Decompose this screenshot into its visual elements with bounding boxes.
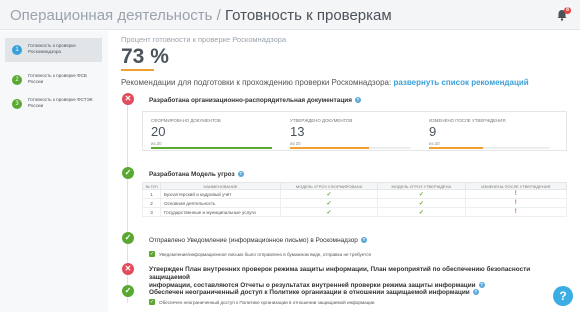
- row-number: 2: [142, 198, 161, 208]
- step-number-badge: 2: [12, 75, 22, 85]
- main-content: Процент готовности к проверке Роскомнадз…: [115, 31, 580, 312]
- stat-label: Изменено после утверждения: [429, 118, 506, 123]
- table-row: 2 Основная деятельность ✓ ✓ !: [142, 198, 568, 208]
- header-bar: Операционная деятельность / Готовность к…: [0, 0, 580, 30]
- stat-card-generated: Сформировано документов 20 из 20: [147, 118, 272, 149]
- stat-value: 20: [151, 124, 166, 139]
- table-header: Изменена после утверждения: [464, 182, 568, 190]
- stat-total: из 20: [429, 141, 440, 146]
- stat-label: Сформировано документов: [151, 118, 221, 123]
- readiness-percent: 73 %: [121, 45, 169, 68]
- breadcrumb-root[interactable]: Операционная деятельность: [10, 7, 212, 24]
- sidebar-item-fsb[interactable]: 2 Готовность к проверке ФСБ России: [5, 68, 102, 92]
- row-name: Основная деятельность: [160, 198, 281, 208]
- breadcrumb: Операционная деятельность / Готовность к…: [10, 7, 392, 24]
- sidebar: 1 Готовность к проверке Роскомнадзора 2 …: [0, 31, 108, 312]
- fail-status-icon: ✕: [122, 263, 134, 275]
- section-policy-access-title: Обеспечен неограниченный доступ к Полити…: [149, 289, 479, 296]
- recommendations-text: Рекомендации для подготовки к прохождени…: [121, 78, 392, 87]
- fail-status-icon: ✕: [122, 93, 134, 105]
- step-number-badge: 1: [12, 45, 22, 55]
- info-icon[interactable]: ?: [360, 237, 367, 244]
- breadcrumb-separator: /: [216, 7, 221, 24]
- help-button[interactable]: ?: [553, 286, 573, 306]
- section-docs-title: Разработана организационно-распорядитель…: [149, 97, 361, 104]
- table-row: 1 Бухгалтерский и кадровый учёт ✓ ✓ !: [142, 189, 568, 199]
- success-status-icon: ✓: [122, 232, 134, 244]
- sidebar-item-roskomnadzor[interactable]: 1 Готовность к проверке Роскомнадзора: [5, 38, 102, 62]
- info-icon[interactable]: ?: [478, 282, 485, 289]
- warning-icon: !: [514, 209, 517, 215]
- notification-note: Уведомление/информационное письмо было о…: [159, 252, 371, 257]
- stat-card-changed: Изменено после утверждения 9 из 20: [425, 118, 550, 149]
- notification-badge: 8: [564, 7, 571, 14]
- section-threat-model-title: Разработана Модель угроз?: [149, 171, 244, 178]
- row-number: 3: [142, 207, 161, 217]
- stat-value: 9: [429, 124, 437, 139]
- warning-icon: !: [514, 200, 517, 206]
- notification-checkbox[interactable]: ✓: [149, 251, 155, 257]
- sidebar-item-label: Готовность к проверке ФСБ России: [28, 73, 87, 84]
- table-header: Наименование: [160, 182, 281, 190]
- sidebar-item-fstek[interactable]: 3 Готовность к проверке ФСТЭК России: [5, 92, 102, 116]
- recommendations-line: Рекомендации для подготовки к прохождени…: [121, 78, 529, 87]
- stat-card-approved: Утверждено документов 13 из 20: [286, 118, 411, 149]
- stat-total: из 20: [290, 141, 301, 146]
- sidebar-item-label: Готовность к проверке Роскомнадзора: [28, 43, 76, 54]
- table-row: 3 Государственные и муниципальные услуги…: [142, 207, 568, 217]
- check-icon: ✓: [418, 200, 424, 207]
- success-status-icon: ✓: [122, 167, 134, 179]
- success-status-icon: ✓: [122, 285, 134, 297]
- progress-bar-fill: [290, 147, 369, 149]
- page-title: Готовность к проверкам: [225, 7, 392, 24]
- warning-icon: !: [514, 191, 517, 197]
- progress-bar-fill: [429, 147, 484, 149]
- threat-model-table: № п/п Наименование Модель угроз сформиро…: [142, 182, 568, 217]
- stat-total: из 20: [151, 141, 162, 146]
- check-icon: ✓: [418, 191, 424, 198]
- readiness-subtitle: Процент готовности к проверке Роскомнадз…: [121, 35, 287, 44]
- section-notification-title: Отправлено Уведомление (информационное п…: [149, 237, 367, 244]
- policy-access-checkbox[interactable]: ✓: [149, 299, 155, 305]
- check-icon: ✓: [326, 200, 332, 207]
- check-icon: ✓: [326, 209, 332, 216]
- check-icon: ✓: [418, 209, 424, 216]
- progress-bar-fill: [151, 147, 272, 149]
- stat-value: 13: [290, 124, 305, 139]
- row-number: 1: [142, 189, 161, 199]
- section-inspection-plan-title: Утвержден План внутренних проверок режим…: [149, 266, 531, 289]
- table-header: Модель угроз утверждена: [377, 182, 466, 190]
- stat-label: Утверждено документов: [290, 118, 353, 123]
- row-name: Бухгалтерский и кадровый учёт: [160, 189, 281, 199]
- table-header: № п/п: [142, 182, 161, 190]
- info-icon[interactable]: ?: [354, 97, 361, 104]
- document-stats-panel: Сформировано документов 20 из 20 Утвержд…: [142, 111, 567, 151]
- percent-underline: [121, 69, 154, 71]
- step-number-badge: 3: [12, 99, 22, 109]
- row-name: Государственные и муниципальные услуги: [160, 207, 281, 217]
- table-header: Модель угроз сформирована: [279, 182, 379, 190]
- policy-access-note: Обеспечен неограниченный доступ к Полити…: [159, 300, 375, 305]
- info-icon[interactable]: ?: [237, 171, 244, 178]
- sidebar-item-label: Готовность к проверке ФСТЭК России: [28, 97, 93, 108]
- expand-recommendations-link[interactable]: развернуть список рекомендаций: [393, 78, 528, 87]
- check-icon: ✓: [326, 191, 332, 198]
- info-icon[interactable]: ?: [472, 289, 479, 296]
